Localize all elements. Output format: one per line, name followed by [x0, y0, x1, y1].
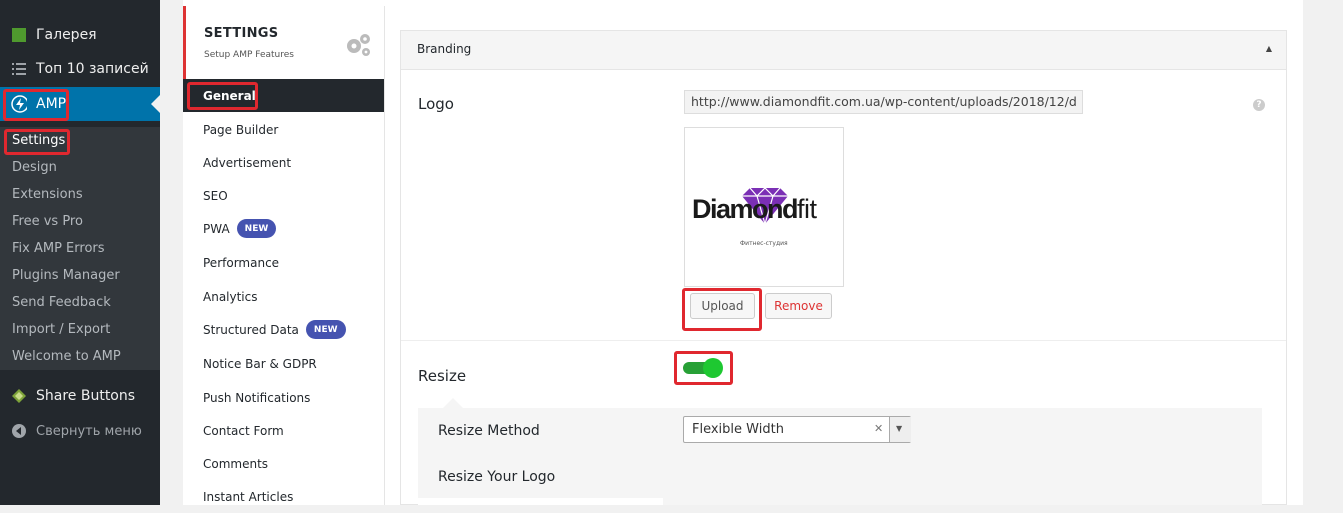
- amp-submenu: Settings Design Extensions Free vs Pro F…: [0, 127, 160, 370]
- wp-menu-label: Share Buttons: [36, 388, 136, 404]
- logo-word-diamond: Diamond: [692, 194, 799, 224]
- share-diamond-icon: [11, 388, 27, 404]
- menu-item-seo[interactable]: SEO: [183, 179, 384, 212]
- toggle-knob: [703, 358, 723, 378]
- menu-item-label: Structured Data: [203, 322, 299, 337]
- menu-item-analytics[interactable]: Analytics: [183, 280, 384, 313]
- redux-header: SETTINGS Setup AMP Features: [183, 6, 384, 79]
- amp-submenu-plugins-manager[interactable]: Plugins Manager: [0, 262, 160, 289]
- gallery-icon: [11, 27, 27, 43]
- menu-item-pwa[interactable]: PWA NEW: [183, 212, 384, 245]
- logo-preview: Diamondfit Фитнес-студия: [684, 127, 844, 287]
- wp-menu-label: Галерея: [36, 27, 97, 43]
- wp-menu-gallery[interactable]: Галерея: [0, 18, 160, 52]
- menu-item-label: Advertisement: [203, 155, 292, 170]
- wp-menu-label: Топ 10 записей: [36, 61, 149, 77]
- menu-item-label: PWA: [203, 221, 230, 236]
- menu-item-label: General: [203, 88, 256, 103]
- wp-admin-sidebar: Галерея Топ 10 записей AMP Settings Desi…: [0, 0, 160, 505]
- section-divider: [401, 340, 1286, 341]
- select-value: Flexible Width: [692, 422, 784, 437]
- collapse-caret-icon[interactable]: ▲: [1266, 44, 1272, 53]
- wp-collapse-menu[interactable]: Свернуть меню: [0, 414, 160, 448]
- clear-x-icon[interactable]: ✕: [874, 422, 883, 435]
- upload-button[interactable]: Upload: [690, 293, 755, 319]
- amp-bolt-icon: [11, 95, 27, 113]
- menu-item-page-builder[interactable]: Page Builder: [183, 113, 384, 146]
- menu-item-label: SEO: [203, 188, 228, 203]
- resize-logo-label: Resize Your Logo: [438, 469, 556, 485]
- amp-submenu-send-feedback[interactable]: Send Feedback: [0, 289, 160, 316]
- menu-item-instant-articles[interactable]: Instant Articles: [183, 480, 384, 513]
- menu-item-label: Notice Bar & GDPR: [203, 357, 317, 371]
- menu-item-label: Instant Articles: [203, 489, 294, 504]
- subsection-notch: [443, 398, 463, 408]
- menu-item-label: Analytics: [203, 289, 258, 304]
- logo-tagline: Фитнес-студия: [740, 240, 788, 247]
- resize-label: Resize: [418, 367, 467, 385]
- active-pointer-icon: [151, 95, 160, 113]
- menu-item-label: Page Builder: [203, 122, 279, 137]
- amp-submenu-extensions[interactable]: Extensions: [0, 181, 160, 208]
- resize-toggle[interactable]: [683, 358, 726, 378]
- collapse-label: Свернуть меню: [36, 423, 142, 439]
- list-icon: [11, 61, 27, 77]
- gears-icon: [347, 34, 370, 56]
- wp-menu-share-buttons[interactable]: Share Buttons: [0, 379, 160, 413]
- logo-word-fit: fit: [797, 194, 817, 224]
- wp-menu-amp[interactable]: AMP: [0, 87, 160, 121]
- amp-submenu-fix-errors[interactable]: Fix AMP Errors: [0, 235, 160, 262]
- amp-submenu-free-vs-pro[interactable]: Free vs Pro: [0, 208, 160, 235]
- wp-menu-label: AMP: [36, 96, 67, 112]
- amp-submenu-design[interactable]: Design: [0, 154, 160, 181]
- collapse-arrow-icon: [11, 423, 27, 439]
- new-badge: NEW: [236, 219, 277, 238]
- menu-item-label: Comments: [203, 456, 269, 471]
- resize-method-label: Resize Method: [438, 423, 540, 439]
- amp-submenu-import-export[interactable]: Import / Export: [0, 316, 160, 343]
- menu-item-label: Contact Form: [203, 423, 284, 438]
- resize-method-select[interactable]: Flexible Width ✕ ▼: [683, 416, 911, 443]
- new-badge: NEW: [305, 320, 346, 339]
- menu-item-structured-data[interactable]: Structured Data NEW: [183, 313, 384, 346]
- logo-label: Logo: [418, 95, 454, 113]
- chevron-down-icon: ▼: [896, 424, 903, 433]
- menu-item-performance[interactable]: Performance: [183, 246, 384, 280]
- menu-item-advertisement[interactable]: Advertisement: [183, 146, 384, 179]
- amp-submenu-settings[interactable]: Settings: [0, 127, 160, 154]
- branding-header[interactable]: Branding ▲: [401, 31, 1286, 70]
- menu-item-notice-bar[interactable]: Notice Bar & GDPR: [183, 347, 384, 381]
- select-arrow[interactable]: ▼: [889, 417, 911, 442]
- help-icon[interactable]: ?: [1253, 99, 1265, 111]
- amp-submenu-welcome[interactable]: Welcome to AMP: [0, 343, 160, 370]
- menu-item-comments[interactable]: Comments: [183, 447, 384, 480]
- page-title: SETTINGS: [204, 26, 279, 41]
- menu-item-general[interactable]: General: [183, 79, 384, 112]
- menu-item-contact-form[interactable]: Contact Form: [183, 414, 384, 447]
- menu-item-label: Push Notifications: [203, 390, 311, 405]
- menu-item-label: Performance: [203, 256, 280, 270]
- subsection-gap: [418, 498, 663, 505]
- page-subtitle: Setup AMP Features: [204, 50, 294, 60]
- scrollbar-track[interactable]: [1303, 0, 1343, 505]
- remove-button[interactable]: Remove: [765, 293, 832, 319]
- logo-url-field[interactable]: http://www.diamondfit.com.ua/wp-content/…: [684, 90, 1083, 114]
- redux-options-menu: SETTINGS Setup AMP Features General Page…: [183, 6, 385, 505]
- wp-menu-top10[interactable]: Топ 10 записей: [0, 52, 160, 86]
- logo-wordmark: Diamondfit: [692, 194, 817, 225]
- menu-item-push-notifications[interactable]: Push Notifications: [183, 381, 384, 414]
- section-title: Branding: [417, 42, 472, 56]
